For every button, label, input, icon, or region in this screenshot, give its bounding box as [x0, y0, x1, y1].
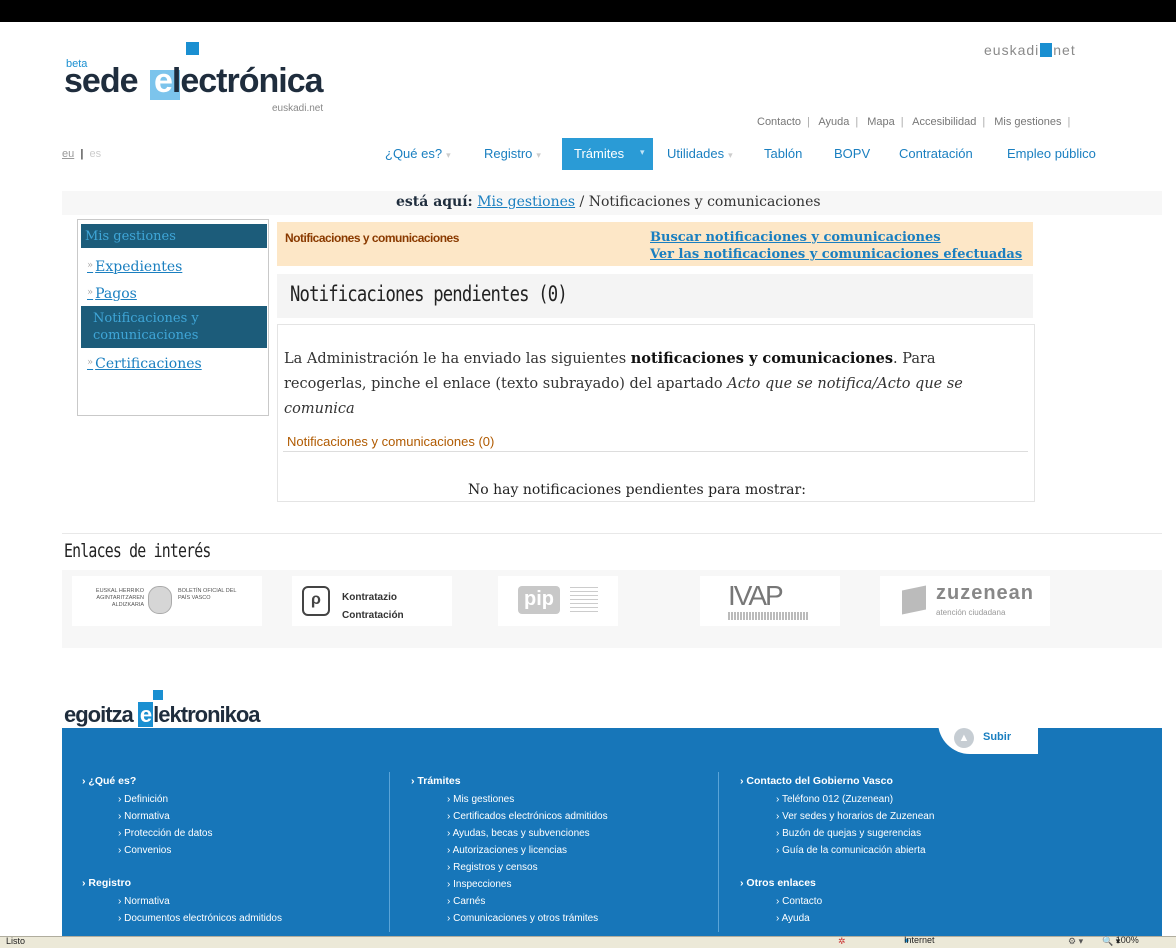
nav-active-bg: Trámites ▾ [562, 138, 653, 170]
footer-col-2: › Trámites › Mis gestiones › Certificado… [411, 775, 608, 927]
security-icon: ✲ [838, 936, 846, 946]
footer-link[interactable]: › Carnés [447, 893, 608, 910]
status-text: Listo [6, 936, 26, 946]
footer-link[interactable]: › Autorizaciones y licencias [447, 842, 608, 859]
empty-message: No hay notificaciones pendientes para mo… [468, 482, 806, 498]
footer-logo-square [153, 690, 163, 700]
footer-divider [718, 772, 719, 932]
intro-paragraph: La Administración le ha enviado las sigu… [284, 350, 963, 417]
footer-link[interactable]: › Guía de la comunicación abierta [776, 842, 934, 859]
sidebar-title[interactable]: Mis gestiones [81, 224, 267, 248]
divider [62, 533, 1162, 534]
footer-heading-registro[interactable]: › Registro [82, 877, 282, 889]
footer-link[interactable]: › Ver sedes y horarios de Zuzenean [776, 808, 934, 825]
link-ver-efectuadas[interactable]: Ver las notificaciones y comunicaciones … [650, 247, 1022, 262]
toplink-accesibilidad[interactable]: Accesibilidad [912, 116, 976, 128]
links-title: Enlaces de interés [64, 540, 211, 562]
nav-utilidades[interactable]: Utilidades ▾ [667, 146, 733, 161]
footer-divider [389, 772, 390, 932]
footer-col-1: › ¿Qué es? › Definición › Normativa › Pr… [82, 775, 282, 927]
sidebar-item-certificaciones[interactable]: » Certificaciones [87, 356, 202, 372]
logo-subtitle: euskadi.net [272, 103, 324, 114]
logo-bopv[interactable]: EUSKAL HERRIKO AGINTARITZAREN ALDIZKARIA… [72, 576, 262, 626]
page-title: Notificaciones pendientes (0) [290, 282, 568, 306]
notifications-section-title: Notificaciones y comunicaciones (0) [287, 434, 495, 449]
subir-link[interactable]: Subir [983, 731, 1011, 743]
logo-ivap[interactable]: IVAP [700, 576, 840, 626]
divider [283, 451, 1028, 452]
footer-link[interactable]: › Definición [118, 791, 282, 808]
footer-link[interactable]: › Certificados electrónicos admitidos [447, 808, 608, 825]
nav-registro[interactable]: Registro ▾ [484, 146, 541, 161]
footer-link[interactable]: › Teléfono 012 (Zuzenean) [776, 791, 934, 808]
footer-heading-contacto[interactable]: › Contacto del Gobierno Vasco [740, 775, 934, 787]
footer-link[interactable]: › Ayuda [776, 910, 934, 927]
footer-link[interactable]: › Ayudas, becas y subvenciones [447, 825, 608, 842]
footer-link[interactable]: › Inspecciones [447, 876, 608, 893]
footer-heading-otros[interactable]: › Otros enlaces [740, 877, 934, 889]
footer-link[interactable]: › Contacto [776, 893, 934, 910]
footer-link[interactable]: › Documentos electrónicos admitidos [118, 910, 282, 927]
footer-heading-que-es[interactable]: › ¿Qué es? [82, 775, 282, 787]
zoom-control[interactable]: 🔍 100% ▾ [1102, 935, 1139, 947]
top-links: Contacto | Ayuda | Mapa | Accesibilidad | Mi… [757, 116, 1071, 128]
logo-electronica[interactable]: electrónica [154, 62, 324, 101]
logo-square [186, 42, 199, 55]
nav-contratacion[interactable]: Contratación [899, 146, 973, 161]
nav-que-es[interactable]: ¿Qué es? ▾ [385, 146, 451, 161]
window-top-bar [0, 0, 1176, 22]
logo-zuzenean[interactable]: zuzenean atención ciudadana [880, 576, 1050, 626]
footer-link[interactable]: › Registros y censos [447, 859, 608, 876]
nav-empleo-publico[interactable]: Empleo público [1007, 146, 1096, 161]
logo-pip[interactable]: pip [498, 576, 618, 626]
section-bar-title: Notificaciones y comunicaciones [285, 231, 459, 245]
link-buscar-notificaciones[interactable]: Buscar notificaciones y comunicaciones [650, 230, 941, 245]
euskadi-logo[interactable]: euskadi net [984, 42, 1076, 58]
footer-link[interactable]: › Protección de datos [118, 825, 282, 842]
toplink-ayuda[interactable]: Ayuda [818, 116, 849, 128]
footer-col-3: › Contacto del Gobierno Vasco › Teléfono… [740, 775, 934, 927]
toplink-contacto[interactable]: Contacto [757, 116, 801, 128]
breadcrumb: está aquí: Mis gestiones / Notificacione… [396, 194, 821, 210]
arrow-up-icon[interactable]: ▲ [954, 728, 974, 748]
footer-link[interactable]: › Mis gestiones [447, 791, 608, 808]
sidebar-item-pagos[interactable]: » Pagos [87, 286, 137, 302]
browser-status-bar: Listo ✲ ● Internet ⚙ ▾ 🔍 100% ▾ [0, 935, 1176, 948]
footer-link[interactable]: › Buzón de quejas y sugerencias [776, 825, 934, 842]
toplink-mapa[interactable]: Mapa [867, 116, 895, 128]
main-nav: Trámites ▾ ¿Qué es? ▾ Registro ▾ Utilidades… [0, 138, 1176, 170]
footer-heading-tramites[interactable]: › Trámites [411, 775, 608, 787]
footer-link[interactable]: › Normativa [118, 808, 282, 825]
footer-link[interactable]: › Comunicaciones y otros trámites [447, 910, 608, 927]
nav-bopv[interactable]: BOPV [834, 146, 870, 161]
nav-tramites[interactable]: Trámites [574, 146, 624, 161]
sidebar-item-expedientes[interactable]: » Expedientes [87, 259, 182, 275]
logo-kontratazio[interactable]: ρ Kontratazio Contratación [292, 576, 452, 626]
footer-link[interactable]: › Normativa [118, 893, 282, 910]
logo-sede[interactable]: sede [64, 62, 138, 101]
nav-tablon[interactable]: Tablón [764, 146, 802, 161]
footer-link[interactable]: › Convenios [118, 842, 282, 859]
breadcrumb-link-mis-gestiones[interactable]: Mis gestiones [477, 194, 575, 210]
footer-logo[interactable]: egoitza elektronikoa [64, 702, 261, 728]
toplink-mis-gestiones[interactable]: Mis gestiones [994, 116, 1061, 128]
sidebar-item-notificaciones[interactable]: Notificaciones y comunicaciones [81, 306, 267, 348]
protected-mode-icon[interactable]: ⚙ ▾ [1068, 936, 1083, 947]
